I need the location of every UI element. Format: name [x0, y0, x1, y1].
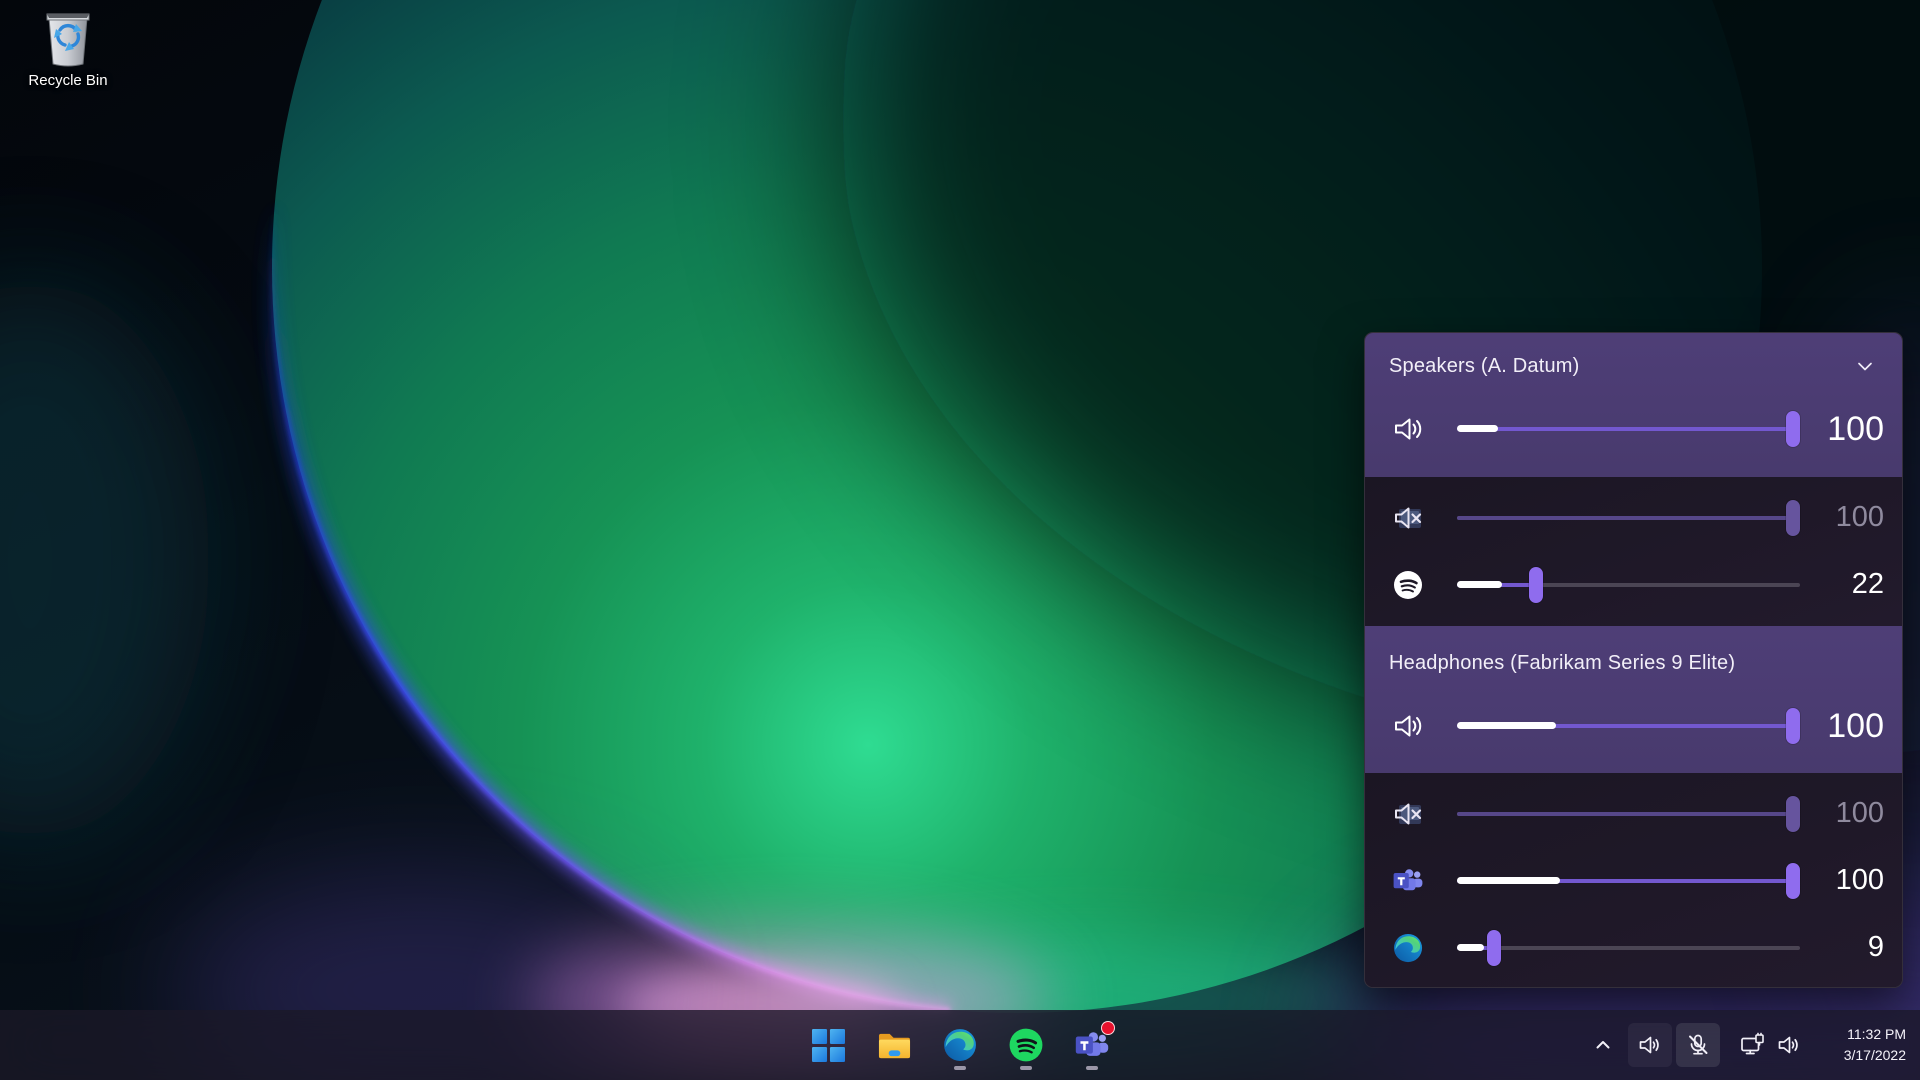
recycle-bin[interactable]: Recycle Bin: [8, 8, 128, 89]
slider-thumb[interactable]: [1786, 411, 1800, 447]
speaker-waves-icon: [1389, 412, 1427, 446]
peak-meter: [1457, 425, 1498, 432]
slider-thumb[interactable]: [1786, 863, 1800, 899]
volume-value: 22: [1806, 568, 1902, 601]
teams-button[interactable]: [1062, 1015, 1122, 1075]
microphone-muted-button[interactable]: [1676, 1023, 1720, 1067]
device-volume-row: 100: [1365, 381, 1902, 477]
volume-value: 100: [1806, 797, 1902, 830]
app-volume-row-spotify: 22: [1365, 551, 1902, 618]
volume-value: 9: [1806, 931, 1902, 964]
speaker-waves-icon: [1389, 709, 1427, 743]
volume-value: 100: [1806, 864, 1902, 897]
spotify-icon: [1009, 1028, 1043, 1062]
clock-date: 3/17/2022: [1822, 1045, 1906, 1066]
network-display-icon: [1739, 1032, 1766, 1059]
system-sounds-volume-slider[interactable]: [1457, 500, 1800, 536]
app-volume-row-system-sounds: 100: [1365, 780, 1902, 847]
file-explorer-button[interactable]: [864, 1015, 924, 1075]
spotify-icon: [1389, 570, 1427, 600]
desktop: Recycle Bin Speakers (A. Datum): [0, 0, 1920, 1080]
chevron-up-icon: [1592, 1034, 1614, 1056]
spotify-button[interactable]: [996, 1015, 1056, 1075]
taskbar: 11:32 PM 3/17/2022: [0, 1010, 1920, 1080]
apps-section-speakers: 100 22: [1365, 477, 1902, 626]
peak-meter: [1457, 944, 1484, 951]
system-tray: 11:32 PM 3/17/2022: [1584, 1010, 1906, 1080]
edge-icon: [1389, 933, 1427, 963]
app-volume-row-teams: 100: [1365, 847, 1902, 914]
microphone-muted-icon: [1685, 1032, 1711, 1058]
start-button[interactable]: [798, 1015, 858, 1075]
slider-thumb[interactable]: [1786, 796, 1800, 832]
system-sounds-volume-slider[interactable]: [1457, 796, 1800, 832]
clock-time: 11:32 PM: [1822, 1024, 1906, 1045]
running-indicator: [1086, 1066, 1098, 1070]
running-indicator: [1020, 1066, 1032, 1070]
apps-section-headphones: 100 100: [1365, 773, 1902, 987]
peak-meter: [1457, 877, 1560, 884]
device-name: Speakers (A. Datum): [1389, 355, 1580, 378]
taskbar-app-group: [798, 1010, 1122, 1080]
start-icon: [812, 1029, 845, 1062]
headphones-volume-slider[interactable]: [1457, 708, 1800, 744]
peak-meter: [1457, 722, 1556, 729]
slider-thumb[interactable]: [1786, 500, 1800, 536]
speaker-icon: [1637, 1032, 1663, 1058]
app-volume-row-edge: 9: [1365, 914, 1902, 981]
slider-thumb[interactable]: [1786, 708, 1800, 744]
clock[interactable]: 11:32 PM 3/17/2022: [1822, 1024, 1906, 1066]
eartrumpet-tray-button[interactable]: [1628, 1023, 1672, 1067]
edge-button[interactable]: [930, 1015, 990, 1075]
device-section-headphones: Headphones (Fabrikam Series 9 Elite) 100: [1365, 626, 1902, 773]
device-expand-button[interactable]: [1850, 353, 1880, 379]
volume-mixer-panel: Speakers (A. Datum): [1364, 332, 1903, 988]
peak-meter: [1457, 581, 1502, 588]
spotify-volume-slider[interactable]: [1457, 567, 1800, 603]
running-indicator: [954, 1066, 966, 1070]
notification-badge: [1101, 1021, 1115, 1035]
slider-thumb[interactable]: [1529, 567, 1543, 603]
system-sounds-muted-icon: [1389, 501, 1427, 535]
edge-volume-slider[interactable]: [1457, 930, 1800, 966]
teams-volume-slider[interactable]: [1457, 863, 1800, 899]
speakers-volume-slider[interactable]: [1457, 411, 1800, 447]
recycle-bin-label: Recycle Bin: [28, 72, 107, 89]
volume-value: 100: [1806, 410, 1902, 449]
network-volume-button[interactable]: [1728, 1023, 1812, 1067]
device-section-speakers: Speakers (A. Datum): [1365, 333, 1902, 477]
recycle-bin-icon: [41, 8, 95, 68]
edge-icon: [943, 1028, 977, 1062]
slider-thumb[interactable]: [1487, 930, 1501, 966]
device-name: Headphones (Fabrikam Series 9 Elite): [1389, 652, 1735, 675]
device-volume-row: 100: [1365, 678, 1902, 774]
volume-value: 100: [1806, 501, 1902, 534]
app-volume-row-system-sounds: 100: [1365, 484, 1902, 551]
speaker-icon: [1776, 1032, 1802, 1058]
chevron-down-icon: [1852, 353, 1878, 379]
volume-value: 100: [1806, 707, 1902, 746]
system-sounds-muted-icon: [1389, 797, 1427, 831]
teams-icon: [1389, 866, 1427, 896]
file-explorer-icon: [877, 1029, 912, 1062]
tray-overflow-button[interactable]: [1584, 1023, 1622, 1067]
